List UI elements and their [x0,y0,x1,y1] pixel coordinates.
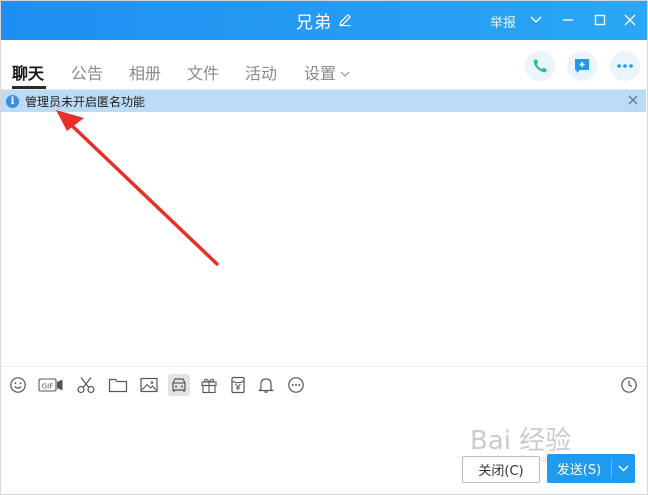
gif-icon: GIF [38,378,63,392]
send-button-label: 发送(S) [556,463,602,478]
tab-chat[interactable]: 聊天 [12,60,44,84]
edit-icon[interactable] [338,13,352,27]
folder-button[interactable] [107,374,129,396]
close-window-button[interactable] [618,8,642,32]
notice-text: 管理员未开启匿名功能 [25,94,146,109]
tab-announcement[interactable]: 公告 [71,60,103,84]
close-icon [624,14,636,26]
chevron-down-icon [340,71,350,77]
emoji-button[interactable] [7,374,29,396]
new-message-button[interactable] [567,51,597,81]
tab-settings: 设置 [304,64,337,83]
more-dots-icon [617,64,633,68]
folder-icon [108,378,128,393]
call-button[interactable] [525,51,555,81]
minimize-icon [563,19,573,21]
phone-icon [533,59,547,73]
notification-button[interactable] [255,374,277,396]
clock-icon [621,377,637,393]
red-packet-button[interactable] [227,374,249,396]
title-wrap: 兄弟 [0,0,648,40]
scissors-icon [77,377,95,394]
chevron-down-icon [618,465,629,472]
image-icon [140,377,158,393]
active-tab-underline [12,86,46,89]
anonymous-notice-bar: i 管理员未开启匿名功能 [1,90,646,112]
message-area[interactable] [1,112,646,366]
close-button[interactable]: 关闭(C) [462,456,540,483]
history-button[interactable] [618,374,640,396]
title-bar: 兄弟 举报 [0,0,648,40]
maximize-icon [594,14,606,26]
tab-files[interactable]: 文件 [187,60,219,84]
gif-label: GIF [42,382,54,390]
chevron-down-icon [530,16,542,23]
more-button[interactable] [610,51,640,81]
car-window-icon [172,378,186,392]
more-circle-icon [288,377,304,393]
screenshot-button[interactable] [75,374,97,396]
shake-button[interactable] [168,374,190,396]
gift-icon [201,378,217,394]
send-options-button[interactable] [612,465,635,472]
more-tools-button[interactable] [285,374,307,396]
tab-settings-wrap[interactable]: 设置 [304,60,350,84]
tab-album[interactable]: 相册 [129,60,161,84]
bell-icon [258,378,274,393]
smiley-icon [10,377,26,393]
report-link[interactable]: 举报 [490,12,516,31]
red-packet-icon [231,376,245,394]
tab-bar: 聊天 公告 相册 文件 活动 设置 [0,40,648,90]
image-button[interactable] [138,374,160,396]
tab-activity[interactable]: 活动 [245,60,277,84]
maximize-button[interactable] [588,8,612,32]
input-toolbar: GIF [0,366,648,402]
close-icon[interactable] [626,93,640,107]
gift-button[interactable] [198,374,220,396]
gif-button[interactable]: GIF [38,374,64,396]
window-title: 兄弟 [296,12,332,33]
send-button[interactable]: 发送(S) [547,454,635,483]
window-menu-button[interactable] [524,8,548,32]
info-icon: i [6,94,19,108]
minimize-button[interactable] [556,8,580,32]
chat-add-icon [575,59,589,73]
